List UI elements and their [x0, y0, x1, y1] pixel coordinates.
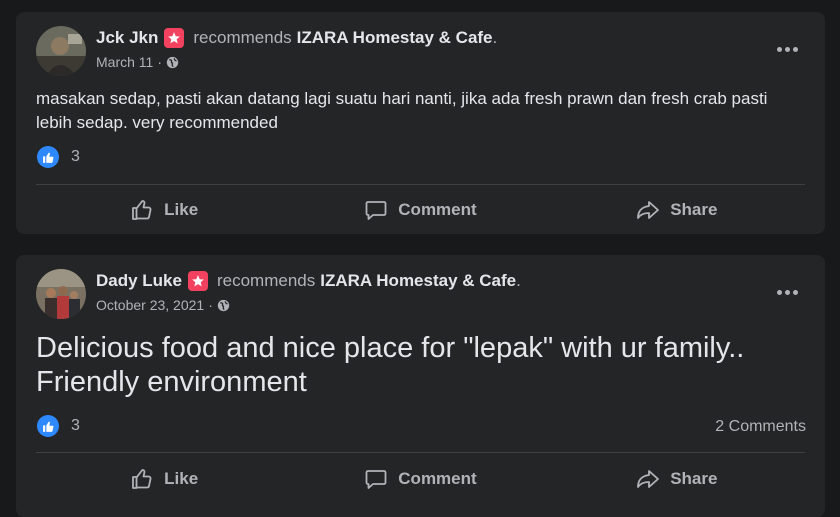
comments-count[interactable]: 2 Comments — [715, 418, 806, 436]
post-text: masakan sedap, pasti akan datang lagi su… — [36, 89, 768, 132]
like-button[interactable]: Like — [36, 458, 292, 500]
author-name[interactable]: Dady Luke — [96, 271, 182, 291]
comment-label: Comment — [398, 200, 477, 219]
like-label: Like — [164, 200, 199, 219]
action-bar: Like Comment Share — [36, 189, 805, 231]
author-name[interactable]: Jck Jkn — [96, 28, 158, 48]
avatar-photo — [36, 26, 86, 76]
more-options-icon[interactable] — [769, 36, 805, 62]
reaction-count: 3 — [71, 417, 80, 434]
globe-icon — [217, 299, 230, 311]
share-label: Share — [670, 469, 718, 488]
globe-icon — [166, 56, 179, 68]
page-name-link[interactable]: IZARA Homestay & Cafe — [297, 28, 493, 48]
reaction-summary[interactable]: 3 — [37, 415, 80, 437]
period: . — [516, 271, 521, 290]
period: . — [492, 28, 498, 47]
post-text: Delicious food and nice place for "lepak… — [36, 332, 745, 398]
comment-button[interactable]: Comment — [292, 458, 548, 500]
avatar[interactable] — [36, 269, 86, 319]
divider — [36, 184, 805, 185]
thumbs-up-icon — [37, 415, 59, 437]
post-date[interactable]: October 23, 2021 — [96, 297, 204, 313]
star-badge-icon — [187, 271, 208, 291]
divider — [36, 452, 805, 453]
meta-separator: · — [208, 297, 213, 313]
share-arrow-icon — [637, 470, 660, 488]
thumbs-up-icon — [37, 146, 59, 168]
more-options-icon[interactable] — [769, 279, 805, 305]
thumbs-up-outline-icon — [132, 469, 152, 489]
post-date[interactable]: March 11 — [96, 54, 153, 70]
reaction-count: 3 — [71, 148, 80, 165]
comment-label: Comment — [398, 469, 477, 488]
post-meta: March 11 · — [96, 54, 179, 70]
post-card: Dady Luke recommends IZARA Homestay & Ca… — [16, 255, 825, 517]
share-label: Share — [670, 200, 718, 219]
recommends-text: recommends — [216, 271, 316, 290]
post-header: Dady Luke recommends IZARA Homestay & Ca… — [96, 271, 521, 291]
recommends-text: recommends — [193, 28, 292, 47]
post-meta: October 23, 2021 · — [96, 297, 230, 313]
star-badge-icon — [164, 28, 185, 48]
share-arrow-icon — [637, 201, 660, 219]
share-button[interactable]: Share — [549, 458, 805, 500]
share-button[interactable]: Share — [549, 189, 805, 231]
post-header: Jck Jkn recommends IZARA Homestay & Cafe… — [96, 28, 497, 48]
like-label: Like — [164, 469, 199, 488]
speech-bubble-icon — [365, 201, 387, 220]
page-name-link[interactable]: IZARA Homestay & Cafe — [320, 271, 516, 291]
action-bar: Like Comment Share — [36, 458, 805, 500]
thumbs-up-outline-icon — [132, 200, 152, 220]
post-card: Jck Jkn recommends IZARA Homestay & Cafe… — [16, 12, 825, 234]
avatar-photo — [36, 269, 86, 319]
avatar[interactable] — [36, 26, 86, 76]
speech-bubble-icon — [365, 470, 387, 489]
comment-button[interactable]: Comment — [292, 189, 548, 231]
reaction-summary[interactable]: 3 — [37, 146, 80, 168]
meta-separator: · — [157, 54, 162, 70]
like-button[interactable]: Like — [36, 189, 292, 231]
